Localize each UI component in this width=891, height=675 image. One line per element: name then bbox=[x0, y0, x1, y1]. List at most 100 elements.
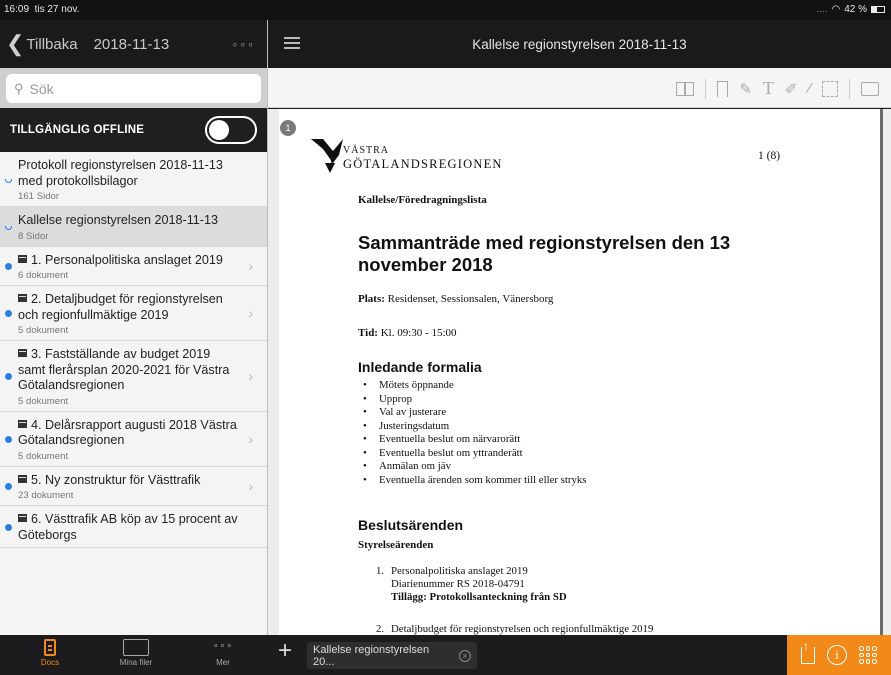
search-placeholder: Sök bbox=[29, 80, 54, 97]
bullet-item: Eventuella beslut om yttranderätt bbox=[363, 447, 586, 461]
list-item-subtitle: 5 dokument bbox=[18, 395, 69, 407]
battery-icon bbox=[871, 6, 885, 13]
bullet-item: Val av justerare bbox=[363, 406, 586, 420]
highlighter-icon[interactable]: ✎ bbox=[739, 80, 752, 98]
share-icon[interactable] bbox=[801, 639, 815, 664]
open-document-tab[interactable]: Kallelse regionstyrelsen 20... × bbox=[307, 642, 477, 669]
status-right: .... ◠ 42 % bbox=[816, 4, 885, 15]
chevron-right-icon: › bbox=[248, 477, 253, 494]
folder-icon bbox=[18, 254, 27, 263]
agenda-number: 2. bbox=[376, 623, 385, 635]
folder-icon bbox=[18, 294, 27, 302]
list-item-title: 6. Västtrafik AB köp av 15 procent av Gö… bbox=[18, 512, 238, 542]
sidebar-header-date: 2018-11-13 bbox=[93, 35, 170, 53]
list-item-subtitle: 161 Sidor bbox=[18, 191, 60, 202]
list-item-selected[interactable]: Kallelse regionstyrelsen 2018-11-13 8 Si… bbox=[0, 207, 267, 247]
bookmark-icon[interactable] bbox=[717, 80, 729, 97]
back-button[interactable]: Tillbaka bbox=[26, 36, 77, 53]
unread-dot-icon bbox=[5, 482, 12, 490]
list-item[interactable]: Protokoll regionstyrelsen 2018-11-13 med… bbox=[0, 152, 267, 207]
wifi-icon: ◠ bbox=[831, 4, 841, 15]
tab-mina-filer[interactable]: Mina filer bbox=[106, 639, 166, 667]
offline-row: TILLGÄNGLIG OFFLINE bbox=[0, 108, 267, 152]
document-header: Kallelse regionstyrelsen 2018-11-13 bbox=[268, 20, 891, 68]
add-tab-button[interactable]: + bbox=[278, 639, 292, 663]
section-heading: Beslutsärenden bbox=[358, 517, 464, 533]
info-icon[interactable]: i bbox=[827, 645, 847, 665]
toolbar-divider bbox=[849, 78, 850, 99]
plats-line: Plats: Residenset, Sessionsalen, Vänersb… bbox=[358, 293, 554, 305]
comment-icon[interactable] bbox=[861, 81, 879, 96]
tab-docs[interactable]: Docs bbox=[20, 639, 80, 667]
search-bar: ⚲ Sök bbox=[0, 68, 267, 108]
search-icon: ⚲ bbox=[14, 80, 24, 96]
grid-icon[interactable] bbox=[859, 646, 877, 664]
list-item-subtitle: 5 dokument bbox=[18, 450, 69, 462]
list-item-subtitle: 5 dokument bbox=[18, 325, 69, 336]
open-document-tab-label: Kallelse regionstyrelsen 20... bbox=[313, 643, 430, 668]
chevron-right-icon: › bbox=[248, 367, 253, 384]
document-page: VÄSTRA GÖTALANDSREGIONEN 1 (8) Kallelse/… bbox=[279, 109, 883, 635]
offline-toggle[interactable] bbox=[205, 116, 257, 144]
list-item[interactable]: 5. Ny zonstruktur för Västtrafik 23 doku… bbox=[0, 466, 267, 506]
search-input[interactable]: ⚲ Sök bbox=[6, 74, 261, 103]
tab-label: Mina filer bbox=[119, 658, 153, 667]
agenda-diarienummer: Diarienummer RS 2018-04791 bbox=[391, 578, 525, 590]
bullet-item: Eventuella beslut om närvarorätt bbox=[363, 433, 586, 447]
list-item-subtitle: 23 dokument bbox=[18, 490, 74, 501]
more-icon: ∘∘∘ bbox=[213, 640, 233, 650]
unread-dot-icon bbox=[5, 435, 12, 443]
partial-download-icon bbox=[5, 226, 12, 231]
folder-icon bbox=[18, 419, 27, 428]
folder-icon bbox=[18, 349, 27, 357]
agenda-note: Tillägg: Protokollsanteckning från SD bbox=[391, 591, 567, 603]
list-item-title: 2. Detaljbudget för regionstyrelsen och … bbox=[18, 292, 223, 322]
bullet-item: Anmälan om jäv bbox=[363, 460, 586, 474]
toolbar-divider bbox=[705, 78, 707, 99]
list-item[interactable]: 6. Västtrafik AB köp av 15 procent av Gö… bbox=[0, 506, 267, 548]
folder-icon bbox=[123, 639, 149, 656]
tab-mer[interactable]: ∘∘∘ Mer bbox=[193, 639, 253, 667]
bullet-item: Mötets öppnande bbox=[363, 379, 586, 393]
unread-dot-icon bbox=[5, 372, 12, 380]
subsection-heading: Styrelseärenden bbox=[358, 539, 434, 551]
list-item[interactable]: 4. Delårsrapport augusti 2018 Västra Göt… bbox=[0, 411, 267, 467]
document-viewer[interactable]: VÄSTRA GÖTALANDSREGIONEN 1 (8) Kallelse/… bbox=[268, 109, 891, 635]
sidebar: ❮ Tillbaka 2018-11-13 ∘∘∘ ⚲ Sök TILLGÄNG… bbox=[0, 20, 268, 635]
brand-line-2: GÖTALANDSREGIONEN bbox=[343, 157, 503, 171]
list-item-title: 5. Ny zonstruktur för Västtrafik bbox=[31, 472, 201, 487]
offline-label: TILLGÄNGLIG OFFLINE bbox=[10, 124, 145, 136]
brand-line-1: VÄSTRA bbox=[343, 145, 390, 156]
rectangle-icon[interactable] bbox=[822, 80, 838, 97]
bullet-list: Mötets öppnande Upprop Val av justerare … bbox=[363, 379, 587, 487]
list-item[interactable]: 1. Personalpolitiska anslaget 2019 6 dok… bbox=[0, 246, 267, 286]
bullet-item: Upprop bbox=[363, 393, 586, 407]
status-bar: 16:09 tis 27 nov. .... ◠ 42 % bbox=[0, 0, 891, 20]
sidebar-header: ❮ Tillbaka 2018-11-13 ∘∘∘ bbox=[0, 20, 267, 68]
unread-dot-icon bbox=[5, 310, 12, 317]
document-heading: Sammanträde med regionstyrelsen den 13 n… bbox=[358, 232, 731, 275]
line-icon[interactable]: ⁄ bbox=[808, 80, 811, 97]
list-item-title: 3. Fastställande av budget 2019 samt fle… bbox=[18, 347, 230, 392]
book-icon[interactable] bbox=[676, 81, 695, 96]
section-heading: Inledande formalia bbox=[358, 359, 482, 375]
agenda-title: Detaljbudget för regionstyrelsen och reg… bbox=[391, 623, 654, 635]
chevron-right-icon: › bbox=[248, 257, 253, 274]
agenda-item: 2. Detaljbudget för regionstyrelsen och r… bbox=[376, 623, 653, 635]
list-item[interactable]: 3. Fastställande av budget 2019 samt fle… bbox=[0, 341, 267, 412]
document-type: Kallelse/Föredragningslista bbox=[358, 194, 487, 206]
more-button[interactable]: ∘∘∘ bbox=[231, 38, 255, 51]
action-bar: i bbox=[787, 635, 891, 675]
pen-icon[interactable]: ✐ bbox=[785, 80, 798, 98]
agenda-item: 1. Personalpolitiska anslaget 2019 Diarie… bbox=[376, 565, 567, 604]
bullet-item: Justeringsdatum bbox=[363, 420, 586, 434]
list-item-title: 4. Delårsrapport augusti 2018 Västra Göt… bbox=[18, 417, 237, 448]
back-chevron-icon[interactable]: ❮ bbox=[6, 33, 24, 55]
text-icon[interactable]: T bbox=[763, 78, 774, 99]
signal-dots: .... bbox=[816, 4, 828, 15]
list-item-subtitle: 6 dokument bbox=[18, 270, 69, 281]
partial-download-icon bbox=[5, 179, 12, 183]
chevron-right-icon: › bbox=[248, 430, 253, 447]
close-icon[interactable]: × bbox=[459, 649, 471, 662]
list-item[interactable]: 2. Detaljbudget för regionstyrelsen och … bbox=[0, 286, 267, 341]
